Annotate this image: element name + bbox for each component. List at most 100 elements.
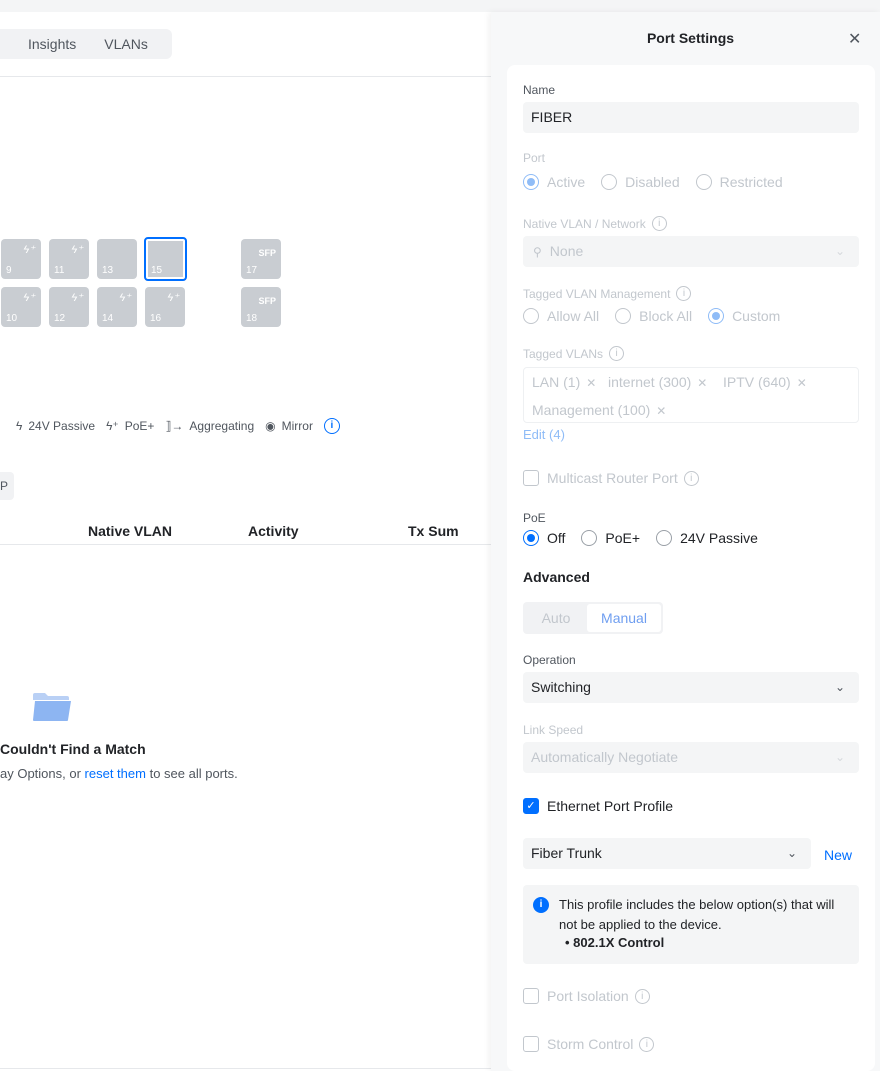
radio-poe-off[interactable]: Off [523, 530, 565, 546]
info-icon[interactable]: i [634, 988, 650, 1004]
port-number: 18 [246, 313, 258, 324]
info-icon[interactable]: i [676, 286, 692, 301]
edit-vlans-link[interactable]: Edit (4) [523, 427, 565, 442]
table-header-divider [0, 544, 491, 545]
radio-restricted[interactable]: Restricted [695, 174, 783, 190]
port-label: Port [523, 151, 546, 165]
empty-subtitle: ay Options, or reset them to see all por… [0, 766, 238, 781]
port-13[interactable]: 13 [97, 239, 137, 279]
port-9[interactable]: ϟ⁺ 9 [1, 239, 41, 279]
eth-profile-row[interactable]: ✓ Ethernet Port Profile [523, 798, 673, 814]
col-tx-sum[interactable]: Tx Sum [408, 523, 459, 539]
radio-disabled[interactable]: Disabled [601, 174, 680, 190]
col-native-vlan[interactable]: Native VLAN [88, 523, 172, 539]
tab-insights[interactable]: Insights [14, 29, 90, 59]
remove-icon[interactable]: ✕ [697, 376, 707, 390]
info-icon[interactable]: i [639, 1036, 655, 1052]
empty-pre-text: ay Options, or [0, 766, 85, 781]
profile-select[interactable]: Fiber Trunk ⌄ [523, 838, 811, 869]
notice-item-label: 802.1X Control [573, 935, 665, 950]
legend-poe: ϟ⁺ PoE+ [106, 419, 154, 433]
close-icon[interactable]: ✕ [848, 29, 861, 49]
poe-icon: ϟ⁺ [23, 244, 35, 256]
tagged-vlans-label-row: Tagged VLANs i [523, 346, 625, 361]
radio-active-label: Active [547, 174, 586, 190]
info-icon[interactable]: i [683, 470, 699, 486]
col-activity[interactable]: Activity [248, 523, 299, 539]
radio-poe-plus[interactable]: PoE+ [581, 530, 640, 546]
storm-control-row[interactable]: Storm Control i [523, 1036, 655, 1052]
native-vlan-value: None [549, 243, 584, 259]
link-speed-select[interactable]: Automatically Negotiate ⌄ [523, 742, 859, 773]
top-strip [0, 0, 880, 12]
poe-icon: ϟ⁺ [71, 292, 83, 304]
port-11[interactable]: ϟ⁺ 11 [49, 239, 89, 279]
lightning-icon: ϟ [16, 419, 23, 433]
storm-control-checkbox[interactable] [523, 1036, 539, 1052]
settings-card: Name FIBER Port Active Disabled Restrict… [507, 65, 875, 1071]
tab-vlans[interactable]: VLANs [90, 29, 162, 59]
native-vlan-select[interactable]: ⚲ None ⌄ [523, 236, 859, 267]
radio-block-all[interactable]: Block All [615, 308, 692, 324]
radio-indicator [656, 530, 673, 546]
chevron-down-icon: ⌄ [834, 750, 845, 764]
port-number: 13 [102, 265, 114, 276]
port-14[interactable]: ϟ⁺ 14 [97, 287, 137, 327]
radio-active[interactable]: Active [523, 174, 585, 190]
radio-indicator [695, 174, 712, 190]
advanced-auto-button[interactable]: Auto [525, 604, 587, 632]
port-isolation-label: Port Isolation [547, 988, 629, 1004]
port-17[interactable]: SFP 17 [241, 239, 281, 279]
filter-chip[interactable]: P [0, 472, 14, 500]
port-15-selected[interactable]: 15 [144, 237, 187, 281]
radio-indicator [708, 308, 725, 324]
poe-icon: ϟ⁺ [167, 292, 179, 304]
name-input[interactable]: FIBER [523, 102, 859, 133]
eye-icon: ◉ [265, 419, 276, 433]
port-isolation-row[interactable]: Port Isolation i [523, 988, 650, 1004]
port-isolation-checkbox[interactable] [523, 988, 539, 1004]
radio-24v-passive[interactable]: 24V Passive [656, 530, 758, 546]
link-speed-value: Automatically Negotiate [531, 749, 679, 765]
profile-value: Fiber Trunk [531, 845, 602, 861]
storm-control-label: Storm Control [547, 1036, 634, 1052]
new-profile-link[interactable]: New [824, 847, 852, 863]
tagged-mgmt-label: Tagged VLAN Management [523, 286, 671, 301]
port-number: 12 [54, 313, 66, 324]
multicast-checkbox[interactable] [523, 470, 539, 486]
info-icon[interactable]: i [609, 346, 625, 361]
legend-passive: ϟ 24V Passive [16, 419, 95, 433]
empty-title: Couldn't Find a Match [0, 741, 146, 757]
port-number: 14 [102, 313, 114, 324]
radio-allow-all[interactable]: Allow All [523, 308, 599, 324]
reset-link[interactable]: reset them [85, 766, 146, 781]
tagged-mgmt-radio-group: Allow All Block All Custom [523, 308, 796, 324]
radio-custom-label: Custom [732, 308, 781, 324]
port-radio-group: Active Disabled Restricted [523, 174, 799, 190]
remove-icon[interactable]: ✕ [586, 376, 596, 390]
port-number: 15 [151, 265, 163, 276]
remove-icon[interactable]: ✕ [656, 404, 666, 418]
operation-select[interactable]: Switching ⌄ [523, 672, 859, 703]
name-label: Name [523, 83, 556, 97]
multicast-row[interactable]: Multicast Router Port i [523, 470, 699, 486]
tagged-vlans-box[interactable]: LAN (1) ✕ internet (300) ✕ IPTV (640) ✕ Man… [523, 367, 859, 423]
info-icon[interactable]: i [651, 216, 667, 231]
poe-label: PoE [523, 511, 546, 525]
vlan-tag: Management (100) ✕ [532, 402, 666, 418]
notice-item: • 802.1X Control [565, 935, 665, 950]
poe-icon: ϟ⁺ [23, 292, 35, 304]
tagged-mgmt-label-row: Tagged VLAN Management i [523, 286, 692, 301]
port-18[interactable]: SFP 18 [241, 287, 281, 327]
eth-profile-checkbox[interactable]: ✓ [523, 798, 539, 814]
vlan-tag: internet (300) ✕ [608, 374, 707, 390]
port-12[interactable]: ϟ⁺ 12 [49, 287, 89, 327]
remove-icon[interactable]: ✕ [797, 376, 807, 390]
port-16[interactable]: ϟ⁺ 16 [145, 287, 185, 327]
radio-custom[interactable]: Custom [708, 308, 780, 324]
port-10[interactable]: ϟ⁺ 10 [1, 287, 41, 327]
port-number: 11 [54, 265, 65, 276]
advanced-manual-button[interactable]: Manual [587, 604, 661, 632]
radio-restricted-label: Restricted [719, 174, 783, 190]
info-icon[interactable]: i [323, 418, 340, 434]
